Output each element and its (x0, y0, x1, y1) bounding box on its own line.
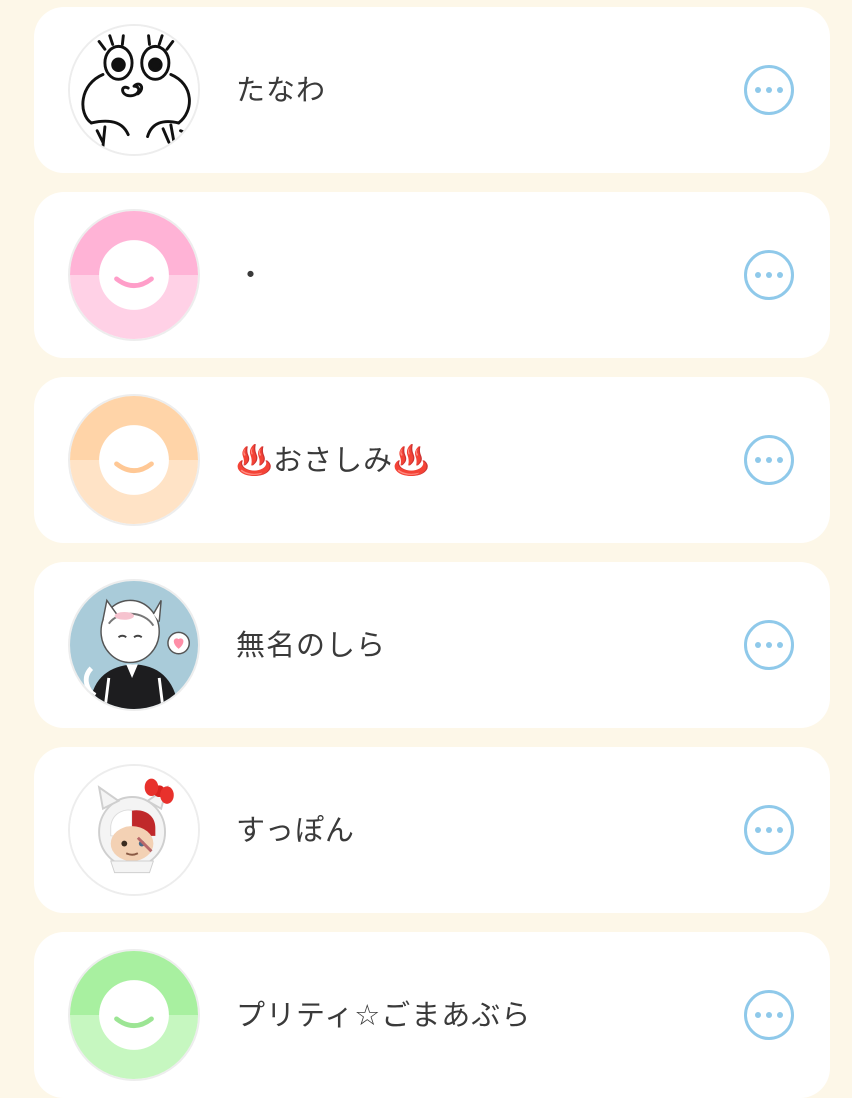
dot (766, 272, 772, 278)
dot (777, 642, 783, 648)
user-card[interactable]: すっぽん (34, 747, 830, 913)
dot (766, 87, 772, 93)
dot (777, 457, 783, 463)
dot (755, 827, 761, 833)
dot (766, 642, 772, 648)
user-name: ・ (236, 258, 267, 292)
default-avatar-icon (70, 396, 198, 524)
illustration-avatar-image (70, 581, 198, 709)
user-avatar[interactable] (68, 394, 200, 526)
more-options-button[interactable] (744, 250, 794, 300)
user-name: 無名のしら (236, 628, 387, 662)
user-avatar[interactable] (68, 579, 200, 711)
user-card[interactable]: 無名のしら (34, 562, 830, 728)
user-list: たなわ ・ ♨️おさしみ♨️ 無名のしら すっぽん プリティ☆ごまあぶら (0, 0, 852, 1098)
user-avatar[interactable] (68, 764, 200, 896)
user-card[interactable]: ・ (34, 192, 830, 358)
dot (766, 1012, 772, 1018)
dot (777, 87, 783, 93)
user-card[interactable]: たなわ (34, 7, 830, 173)
user-card[interactable]: プリティ☆ごまあぶら (34, 932, 830, 1098)
user-avatar[interactable] (68, 949, 200, 1081)
dot (766, 827, 772, 833)
more-options-button[interactable] (744, 65, 794, 115)
user-card[interactable]: ♨️おさしみ♨️ (34, 377, 830, 543)
user-avatar[interactable] (68, 24, 200, 156)
dot (777, 827, 783, 833)
more-options-button[interactable] (744, 990, 794, 1040)
user-name: たなわ (236, 73, 327, 107)
user-name: プリティ☆ごまあぶら (236, 998, 532, 1032)
dot (755, 1012, 761, 1018)
default-avatar-icon (70, 211, 198, 339)
more-options-button[interactable] (744, 435, 794, 485)
user-avatar[interactable] (68, 209, 200, 341)
more-options-button[interactable] (744, 805, 794, 855)
drawing-avatar-image (70, 26, 198, 154)
dot (766, 457, 772, 463)
user-name: ♨️おさしみ♨️ (236, 443, 431, 477)
dot (777, 272, 783, 278)
figure-avatar-image (70, 766, 198, 894)
user-name: すっぽん (236, 813, 355, 847)
default-avatar-icon (70, 951, 198, 1079)
dot (777, 1012, 783, 1018)
more-options-button[interactable] (744, 620, 794, 670)
dot (755, 87, 761, 93)
dot (755, 272, 761, 278)
dot (755, 642, 761, 648)
dot (755, 457, 761, 463)
